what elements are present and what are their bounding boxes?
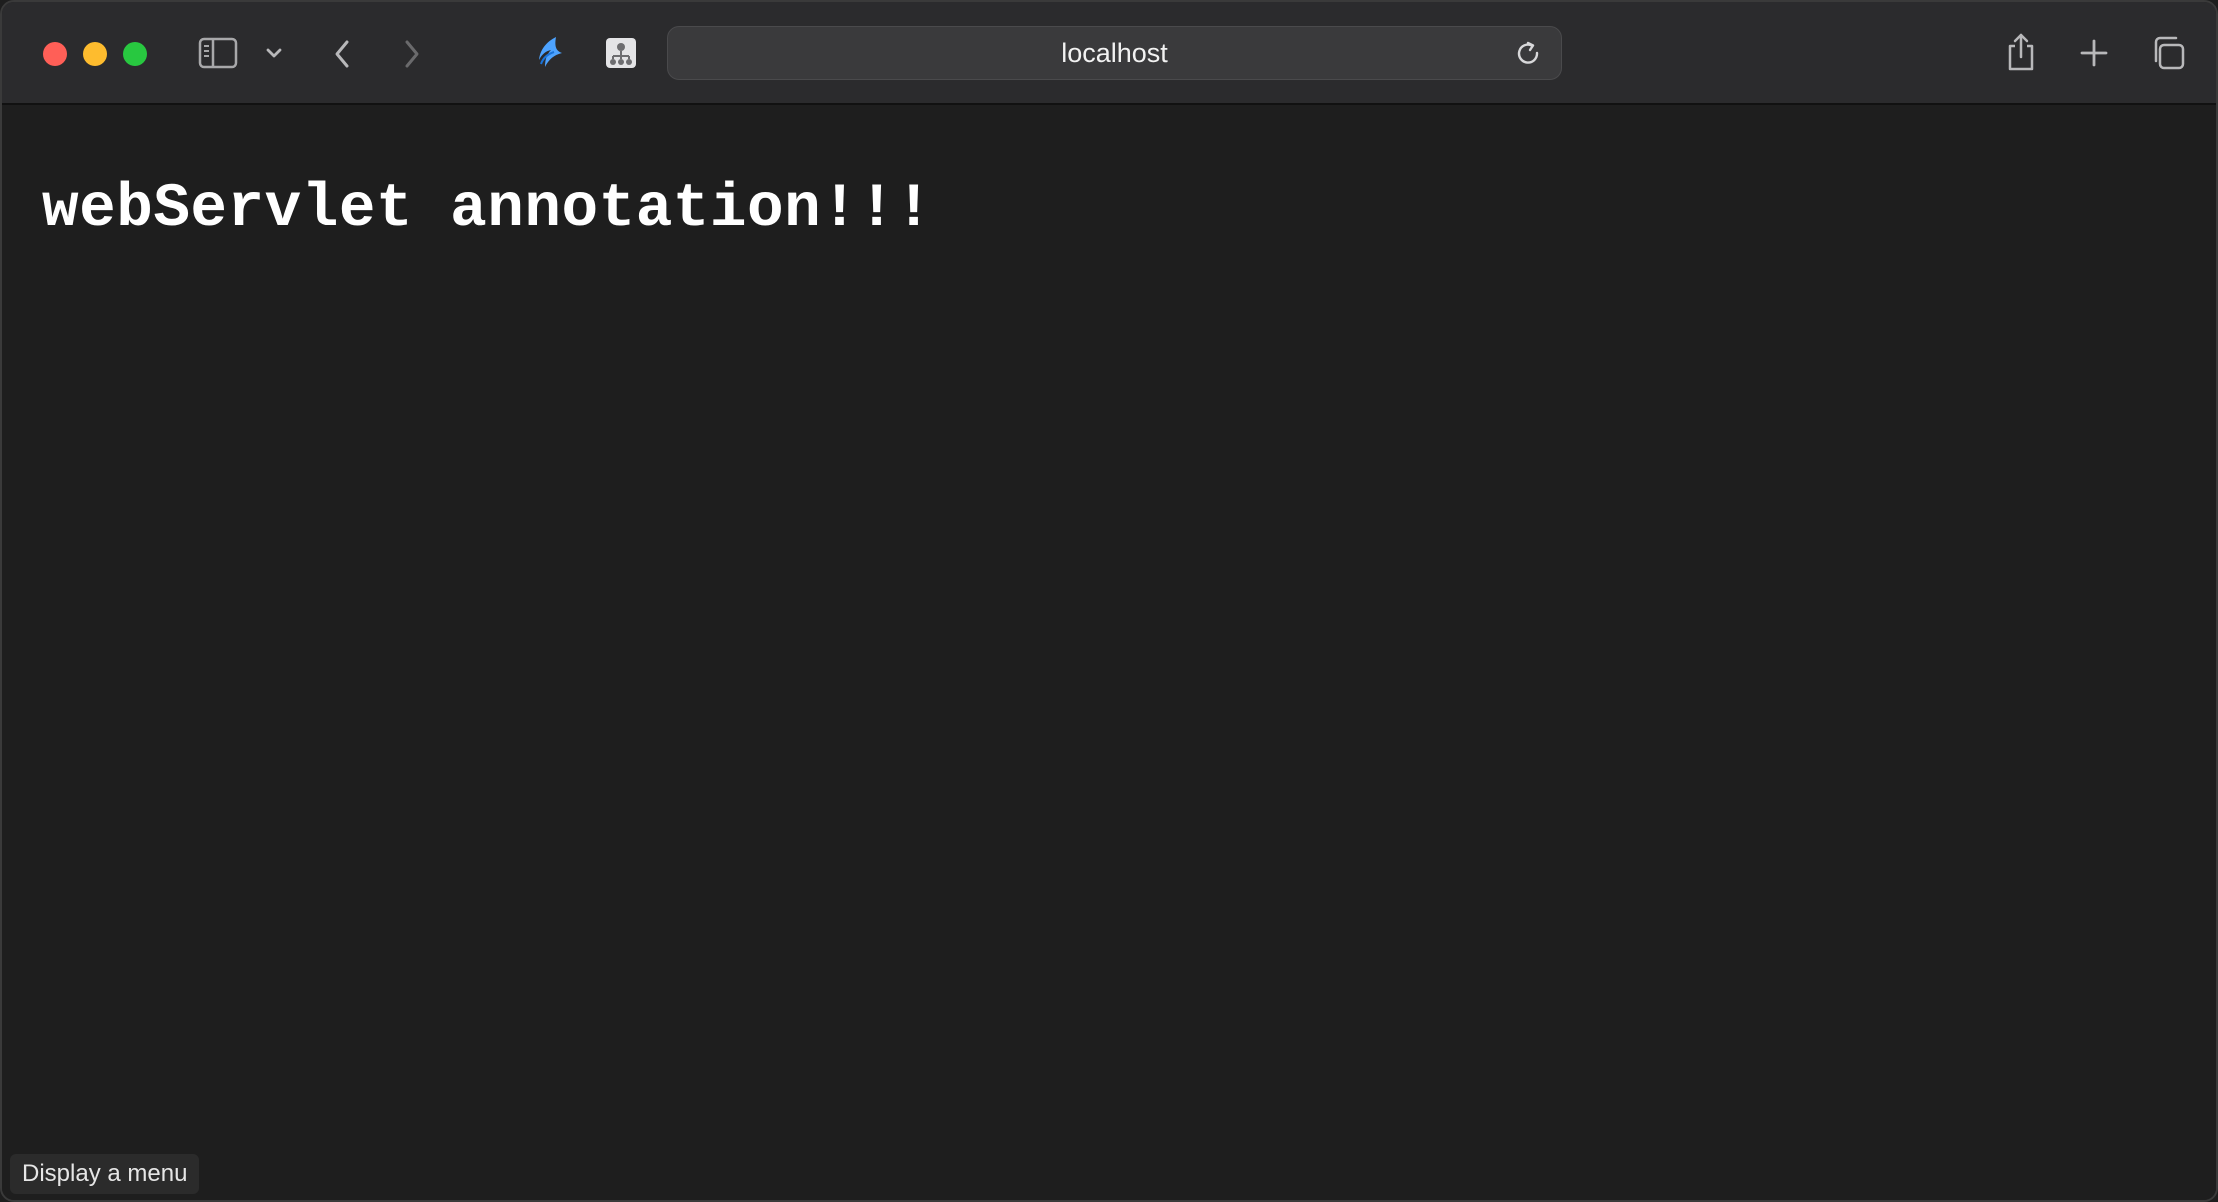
tabs-overview-icon[interactable] [2150, 35, 2186, 71]
page-content: webServlet annotation!!! Display a menu [2, 105, 2216, 1200]
address-text: localhost [1061, 37, 1168, 68]
close-window-button[interactable] [43, 42, 67, 66]
address-bar[interactable]: localhost [667, 26, 1562, 80]
sidebar-icon[interactable] [198, 35, 238, 71]
minimize-window-button[interactable] [83, 42, 107, 66]
share-icon[interactable] [2004, 30, 2038, 74]
plus-icon[interactable] [2078, 37, 2110, 69]
reload-icon[interactable] [1515, 40, 1543, 68]
status-bar: Display a menu [10, 1154, 200, 1194]
browser-toolbar: localhost [2, 2, 2216, 105]
page-heading: webServlet annotation!!! [42, 175, 933, 244]
maximize-window-button[interactable] [123, 42, 147, 66]
browser-window: localhost webServlet annotation!!! Displ… [0, 0, 2218, 1202]
chevron-down-icon[interactable] [264, 42, 284, 64]
bird-extension-icon[interactable] [532, 34, 566, 72]
sitemap-extension-icon[interactable] [605, 37, 637, 69]
chevron-right-icon[interactable] [398, 36, 426, 72]
chevron-left-icon[interactable] [328, 36, 356, 72]
